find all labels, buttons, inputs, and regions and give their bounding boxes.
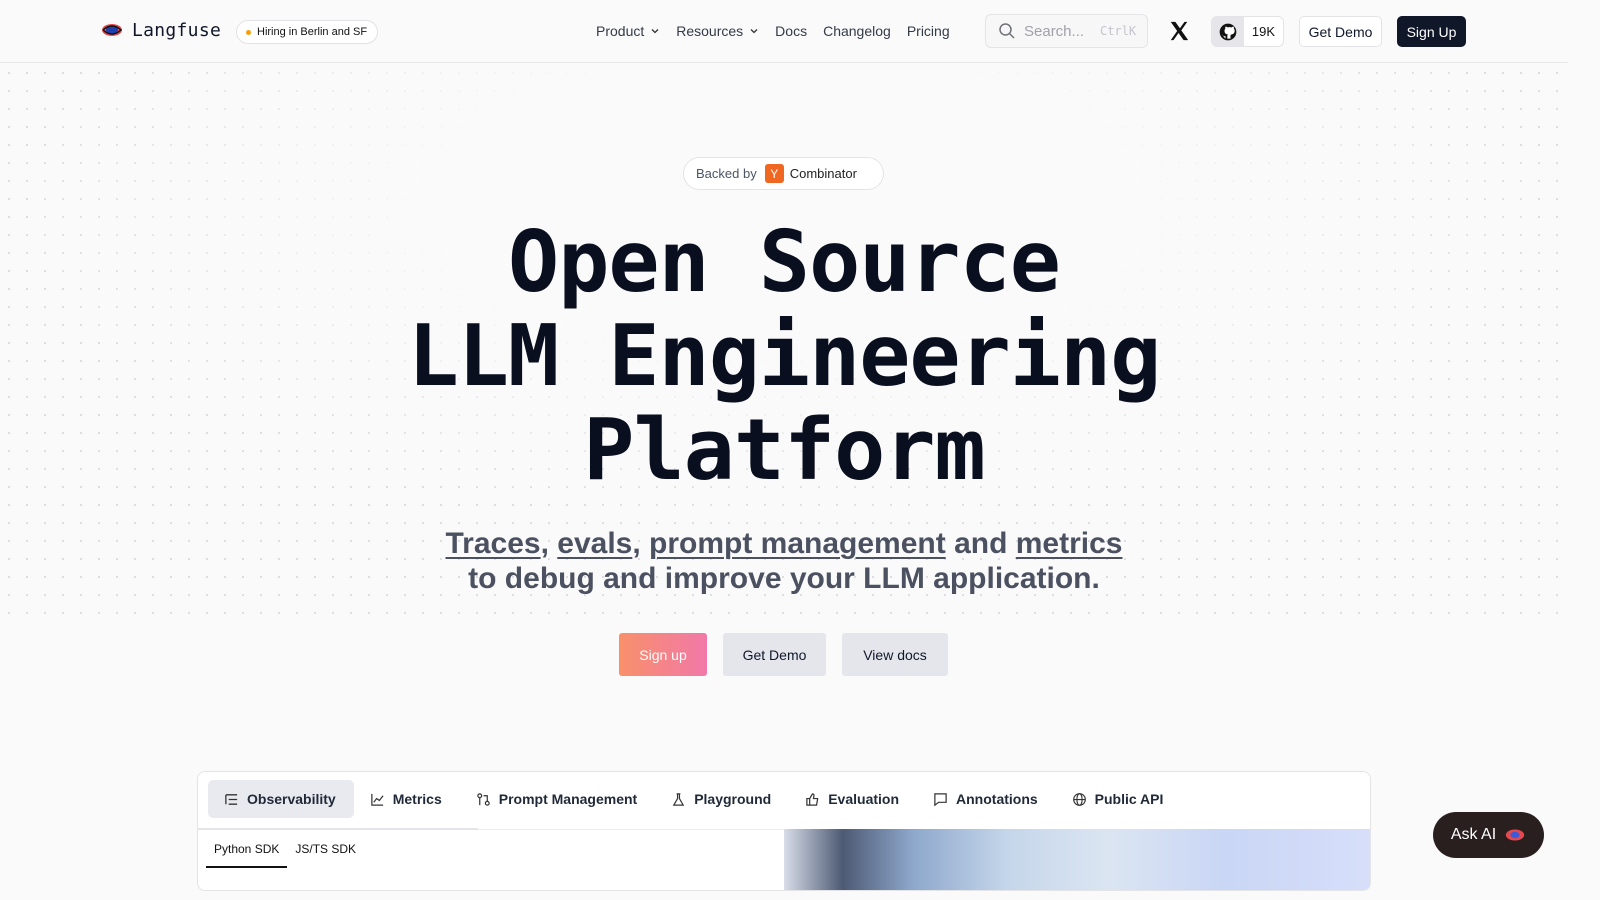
- top-navbar: Langfuse Hiring in Berlin and SF Product…: [0, 0, 1568, 63]
- search-shortcut-hint: CtrlK: [1100, 24, 1137, 38]
- chevron-down-icon: [750, 29, 758, 34]
- tab-js-ts-sdk[interactable]: JS/TS SDK: [287, 838, 364, 868]
- prompt-management-link[interactable]: prompt management: [649, 527, 946, 560]
- hiring-badge[interactable]: Hiring in Berlin and SF: [236, 20, 379, 44]
- active-tab-underline: [198, 828, 478, 830]
- github-stars-button[interactable]: 19K: [1211, 16, 1284, 47]
- search-input[interactable]: [1024, 22, 1092, 40]
- sign-up-nav-button[interactable]: Sign Up: [1397, 16, 1466, 47]
- hero-title-line: Platform: [583, 401, 985, 500]
- subtitle-and: and: [945, 527, 1016, 560]
- thumbs-up-icon: [806, 792, 819, 806]
- tab-python-sdk[interactable]: Python SDK: [206, 838, 288, 868]
- metrics-link[interactable]: metrics: [1016, 527, 1123, 560]
- y-combinator-icon: Y: [764, 164, 784, 183]
- tab-playground[interactable]: Playground: [655, 780, 789, 818]
- menu-item-product[interactable]: Product: [596, 22, 660, 40]
- tab-label: Prompt Management: [498, 791, 638, 807]
- hero-sign-up-button[interactable]: Sign up: [619, 633, 707, 676]
- main-menu: Product Resources Docs Changelog Pricing: [596, 22, 950, 40]
- list-tree-icon: [225, 793, 238, 805]
- hiring-badge-label: Hiring in Berlin and SF: [257, 26, 368, 38]
- menu-item-changelog[interactable]: Changelog: [823, 22, 891, 40]
- ask-ai-button[interactable]: Ask AI: [1433, 812, 1544, 858]
- backed-by-yc-badge[interactable]: Backed by Y Combinator: [683, 157, 884, 190]
- subtitle-separator: ,: [632, 527, 650, 560]
- subtitle-separator: ,: [540, 527, 558, 560]
- tab-label: Annotations: [956, 791, 1038, 807]
- ask-ai-label: Ask AI: [1450, 826, 1497, 843]
- status-dot-icon: [246, 29, 251, 35]
- get-demo-nav-button[interactable]: Get Demo: [1299, 16, 1382, 47]
- tab-metrics[interactable]: Metrics: [354, 780, 460, 818]
- brand-logo-link[interactable]: Langfuse: [100, 18, 221, 42]
- tab-public-api[interactable]: Public API: [1056, 780, 1182, 818]
- feature-demo-panel: Observability Metrics Prompt Management …: [197, 771, 1371, 891]
- menu-item-docs[interactable]: Docs: [775, 22, 807, 40]
- line-chart-icon: [370, 793, 384, 806]
- langfuse-logo-icon: [102, 24, 123, 36]
- menu-item-resources[interactable]: Resources: [676, 22, 759, 40]
- hero-subtitle-line2: to debug and improve your LLM applicatio…: [468, 562, 1100, 595]
- traces-link[interactable]: Traces: [446, 527, 541, 560]
- brand-name: Langfuse: [132, 19, 222, 41]
- tab-label: Evaluation: [828, 791, 900, 807]
- hero-title-line: Open Source: [508, 213, 1061, 312]
- chevron-down-icon: [651, 29, 659, 34]
- search-box[interactable]: CtrlK: [985, 14, 1148, 48]
- menu-item-label: Resources: [676, 23, 744, 39]
- sdk-tabs: Python SDK JS/TS SDK: [206, 838, 364, 868]
- tab-label: Playground: [694, 791, 772, 807]
- demo-video-preview[interactable]: [784, 829, 1370, 890]
- tab-evaluation[interactable]: Evaluation: [789, 780, 917, 818]
- hero-title: Open Source LLM Engineering Platform: [0, 216, 1568, 498]
- git-compare-icon: [477, 792, 490, 806]
- message-square-icon: [934, 792, 947, 806]
- y-combinator-name: Combinator: [789, 166, 857, 181]
- tab-prompt-management[interactable]: Prompt Management: [460, 780, 655, 818]
- menu-item-label: Product: [596, 23, 645, 39]
- globe-icon: [1072, 792, 1086, 806]
- feature-tabs: Observability Metrics Prompt Management …: [208, 780, 1181, 818]
- tab-label: Observability: [247, 791, 336, 807]
- tab-annotations[interactable]: Annotations: [917, 780, 1056, 818]
- github-icon: [1212, 17, 1244, 46]
- tab-label: Metrics: [392, 791, 442, 807]
- tab-observability[interactable]: Observability: [208, 780, 354, 818]
- x-twitter-icon: [1170, 21, 1189, 41]
- tab-label: Public API: [1094, 791, 1164, 807]
- github-star-count: 19K: [1251, 24, 1276, 39]
- evals-link[interactable]: evals: [557, 527, 632, 560]
- backed-by-label: Backed by: [696, 166, 757, 181]
- flask-icon: [672, 792, 685, 806]
- hero-title-line: LLM Engineering: [407, 307, 1162, 406]
- hero-subtitle: Traces, evals, prompt management and met…: [0, 526, 1568, 596]
- hero-view-docs-button[interactable]: View docs: [842, 633, 948, 676]
- search-icon: [999, 23, 1015, 39]
- langfuse-logo-icon: [1506, 829, 1525, 841]
- menu-item-pricing[interactable]: Pricing: [907, 22, 950, 40]
- hero-get-demo-button[interactable]: Get Demo: [723, 633, 826, 676]
